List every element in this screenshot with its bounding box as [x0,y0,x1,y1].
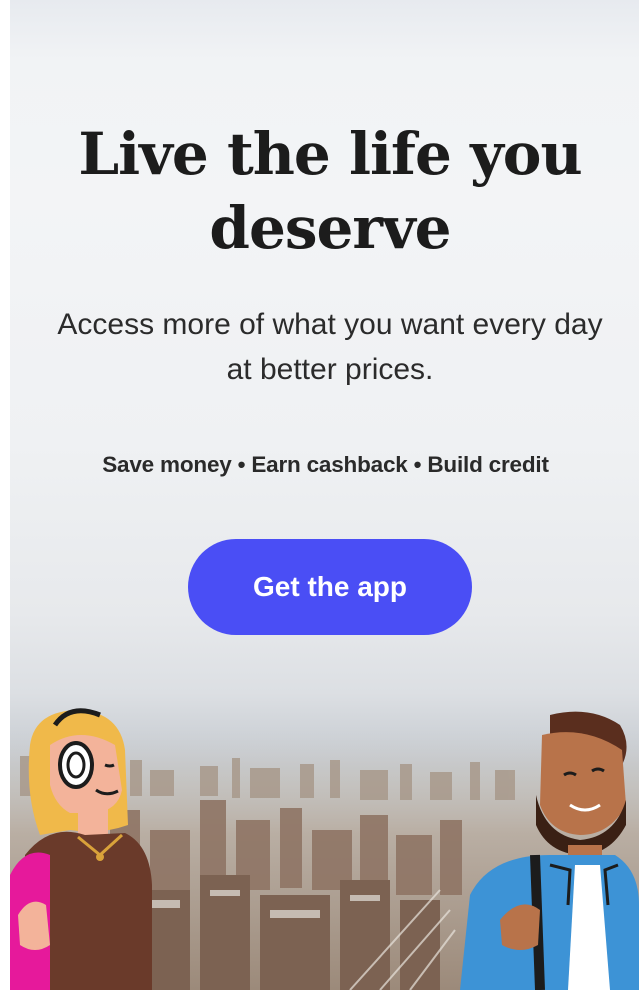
get-the-app-button[interactable]: Get the app [188,539,472,635]
man-in-blue-jacket-illustration [460,711,639,990]
benefits-line: Save money • Earn cashback • Build credi… [102,452,549,477]
hero-subheadline: Access more of what you want every day a… [57,308,603,386]
woman-with-headphones-illustration [10,708,152,990]
hero-headline: Live the life you deserve [78,120,582,262]
hero-section: Live the life you deserve Access more of… [0,0,639,990]
